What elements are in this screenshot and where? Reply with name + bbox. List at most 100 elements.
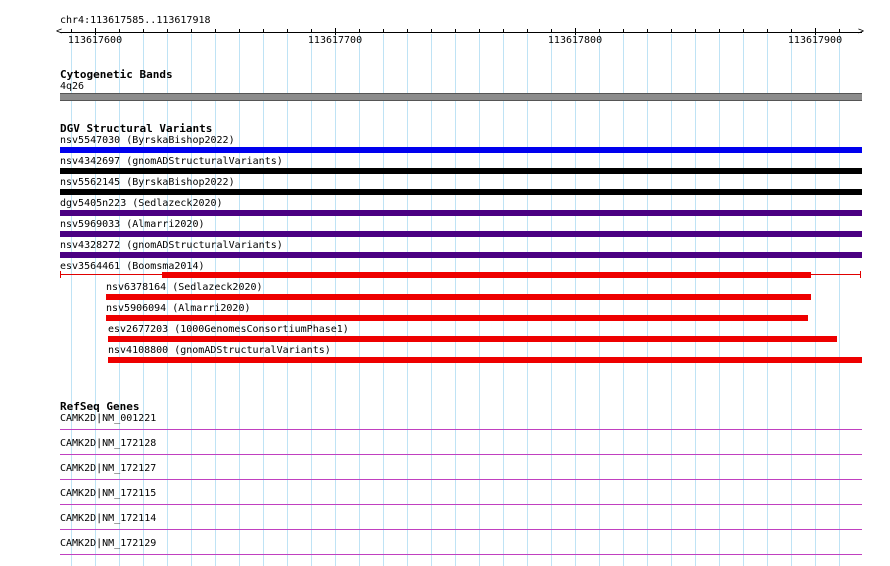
grid-line <box>503 34 504 566</box>
grid-line <box>239 34 240 566</box>
feature-thin-segment <box>811 274 861 275</box>
feature-label: nsv6378164 (Sedlazeck2020) <box>106 282 263 293</box>
feature-label: nsv4342697 (gnomADStructuralVariants) <box>60 156 283 167</box>
minor-tick <box>287 29 288 33</box>
cytoband-label: 4q26 <box>60 81 85 92</box>
grid-line <box>383 34 384 566</box>
gene-label: CAMK2D|NM_172114 <box>60 513 157 524</box>
minor-tick <box>503 29 504 33</box>
grid-line <box>791 34 792 566</box>
ruler-right-arrow-icon: > <box>858 26 865 37</box>
minor-tick <box>647 29 648 33</box>
minor-tick <box>383 29 384 33</box>
minor-tick <box>431 29 432 33</box>
minor-tick <box>191 29 192 33</box>
tick-label: 113617600 <box>67 35 123 46</box>
grid-line <box>431 34 432 566</box>
grid-line <box>623 34 624 566</box>
grid-line <box>671 34 672 566</box>
minor-tick <box>791 29 792 33</box>
gene-intron-line[interactable] <box>60 504 862 505</box>
ruler-left-arrow-icon: < <box>56 26 63 37</box>
genome-browser-view: chr4:113617585..113617918 < > 113617600 … <box>0 0 890 566</box>
grid-line <box>647 34 648 566</box>
feature-label: nsv5969033 (Almarri2020) <box>60 219 205 230</box>
grid-line <box>719 34 720 566</box>
minor-tick <box>743 29 744 33</box>
feature-bar-nsv6378164[interactable] <box>106 294 811 300</box>
minor-tick <box>479 29 480 33</box>
feature-bar-nsv5906094[interactable] <box>106 315 808 321</box>
grid-line <box>695 34 696 566</box>
grid-line <box>551 34 552 566</box>
grid-line <box>767 34 768 566</box>
gene-label: CAMK2D|NM_001221 <box>60 413 157 424</box>
minor-tick <box>311 29 312 33</box>
feature-label: nsv4328272 (gnomADStructuralVariants) <box>60 240 283 251</box>
minor-tick <box>215 29 216 33</box>
grid-line <box>599 34 600 566</box>
grid-line <box>119 34 120 566</box>
grid-line <box>335 34 336 566</box>
minor-tick <box>95 29 96 33</box>
grid-line <box>743 34 744 566</box>
feature-thin-segment <box>60 274 162 275</box>
grid-line <box>287 34 288 566</box>
gene-intron-line[interactable] <box>60 454 862 455</box>
minor-tick <box>167 29 168 33</box>
gene-intron-line[interactable] <box>60 554 862 555</box>
minor-tick <box>623 29 624 33</box>
minor-tick <box>359 29 360 33</box>
gene-label: CAMK2D|NM_172129 <box>60 538 157 549</box>
feature-bar-nsv4342697[interactable] <box>60 168 862 174</box>
location-label: chr4:113617585..113617918 <box>60 15 211 26</box>
feature-bar-nsv5562145[interactable] <box>60 189 862 195</box>
feature-bar-dgv5405n223[interactable] <box>60 210 862 216</box>
grid-line <box>407 34 408 566</box>
feature-bar-nsv4108800[interactable] <box>108 357 862 363</box>
gene-label: CAMK2D|NM_172127 <box>60 463 157 474</box>
grid-line <box>215 34 216 566</box>
feature-label: nsv4108800 (gnomADStructuralVariants) <box>108 345 331 356</box>
tick-label: 113617900 <box>787 35 843 46</box>
feature-bar-esv2677203[interactable] <box>108 336 837 342</box>
cytoband-track-title[interactable]: Cytogenetic Bands <box>60 68 173 81</box>
cytoband-bar[interactable] <box>60 93 862 101</box>
feature-label: nsv5547030 (ByrskaBishop2022) <box>60 135 235 146</box>
minor-tick <box>455 29 456 33</box>
minor-tick <box>719 29 720 33</box>
ruler-axis <box>60 32 862 33</box>
gene-intron-line[interactable] <box>60 429 862 430</box>
feature-label: nsv5562145 (ByrskaBishop2022) <box>60 177 235 188</box>
minor-tick <box>527 29 528 33</box>
minor-tick <box>239 29 240 33</box>
minor-tick <box>335 29 336 33</box>
gene-intron-line[interactable] <box>60 529 862 530</box>
minor-tick <box>599 29 600 33</box>
minor-tick <box>263 29 264 33</box>
grid-line <box>815 34 816 566</box>
grid-line <box>311 34 312 566</box>
grid-line <box>263 34 264 566</box>
gene-intron-line[interactable] <box>60 479 862 480</box>
grid-line <box>71 34 72 566</box>
grid-line <box>167 34 168 566</box>
grid-line <box>479 34 480 566</box>
gene-label: CAMK2D|NM_172115 <box>60 488 157 499</box>
feature-label: nsv5906094 (Almarri2020) <box>106 303 251 314</box>
feature-bar-nsv5547030[interactable] <box>60 147 862 153</box>
refseq-track-title[interactable]: RefSeq Genes <box>60 400 139 413</box>
minor-tick <box>575 29 576 33</box>
grid-line <box>359 34 360 566</box>
tick-label: 113617800 <box>547 35 603 46</box>
minor-tick <box>551 29 552 33</box>
minor-tick <box>839 29 840 33</box>
feature-label: esv2677203 (1000GenomesConsortiumPhase1) <box>108 324 349 335</box>
feature-bar-nsv4328272[interactable] <box>60 252 862 258</box>
dgv-track-title[interactable]: DGV Structural Variants <box>60 122 212 135</box>
feature-bar-esv3564461[interactable] <box>162 272 811 278</box>
feature-label: dgv5405n223 (Sedlazeck2020) <box>60 198 223 209</box>
grid-line <box>455 34 456 566</box>
feature-bar-nsv5969033[interactable] <box>60 231 862 237</box>
minor-tick <box>407 29 408 33</box>
